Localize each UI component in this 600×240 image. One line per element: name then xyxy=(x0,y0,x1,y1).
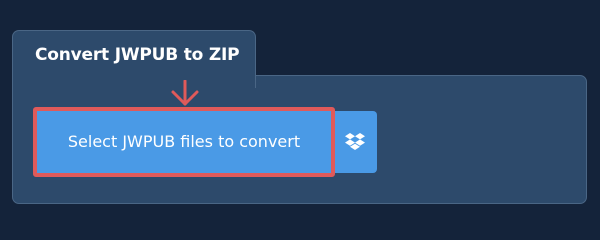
dropbox-button[interactable] xyxy=(332,111,377,173)
down-arrow-icon xyxy=(171,80,199,106)
dropbox-icon xyxy=(344,133,365,150)
highlight-box xyxy=(33,107,335,177)
panel-tab-joint xyxy=(13,74,255,78)
panel-title: Convert JWPUB to ZIP xyxy=(35,45,240,65)
converter-panel-tab: Convert JWPUB to ZIP xyxy=(12,30,256,88)
